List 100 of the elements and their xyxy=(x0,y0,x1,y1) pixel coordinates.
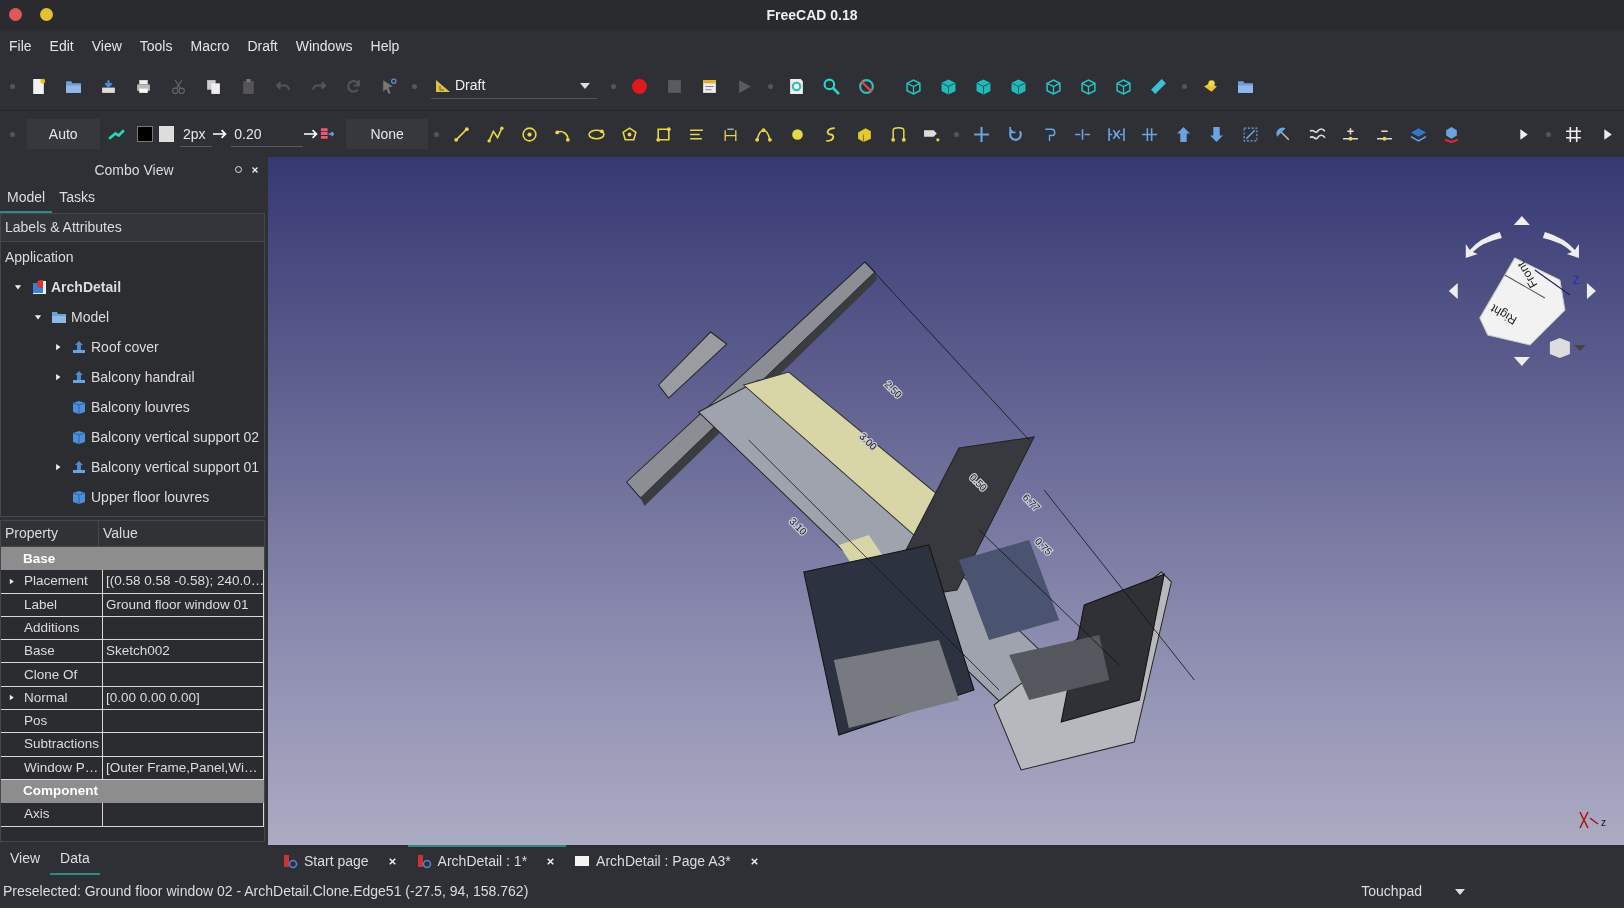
tree-item[interactable]: Application xyxy=(5,246,74,268)
toolbar-handle[interactable] xyxy=(1546,131,1551,137)
property-value[interactable]: Ground floor window 01 xyxy=(106,594,249,615)
color-swatch[interactable] xyxy=(158,126,174,142)
axis-cross-icon xyxy=(1579,811,1599,829)
property-name: Window P… xyxy=(24,758,99,777)
dimension-label: 0.75 xyxy=(1032,535,1055,558)
tree-item[interactable]: Balcony vertical support 02 xyxy=(91,426,260,448)
cube-icon xyxy=(940,77,957,95)
status-message: Preselected: Ground floor window 02 - ArchDetail.Clone.Edge51 (-27.5, 94, 158.762) xyxy=(3,882,529,901)
minimize-button[interactable] xyxy=(40,8,53,21)
construction-button[interactable]: None xyxy=(345,119,429,149)
property-value[interactable]: [0.00 0.00 0.00] xyxy=(106,687,200,709)
menu-item[interactable]: Edit xyxy=(40,35,83,57)
dimension-label: 3.10 xyxy=(787,515,809,538)
toolbar-handle[interactable] xyxy=(434,131,440,137)
fit-page-icon xyxy=(788,77,805,95)
toolbar-handle[interactable] xyxy=(1182,83,1187,89)
expand-arrow-icon[interactable] xyxy=(53,462,63,472)
menu-item[interactable]: Windows xyxy=(286,35,362,57)
property-value[interactable]: Sketch002 xyxy=(106,641,170,662)
tree-item[interactable]: Balcony louvres xyxy=(91,396,190,418)
menu-item[interactable]: File xyxy=(0,35,41,57)
close-icon[interactable] xyxy=(748,855,760,867)
tab[interactable]: Tasks xyxy=(52,183,102,213)
tree-item[interactable]: Upper floor louvres xyxy=(91,486,210,508)
rotate-right-arrow-icon[interactable] xyxy=(1542,232,1579,258)
font-size-field[interactable]: 0.20 xyxy=(231,121,304,147)
column-header: Labels & Attributes xyxy=(1,214,264,242)
cube-icon xyxy=(1080,77,1097,95)
model-drawing[interactable] xyxy=(626,261,1195,771)
part-icon xyxy=(71,339,87,355)
circle-icon xyxy=(520,125,538,143)
document-tab[interactable]: Start page xyxy=(274,845,408,875)
copy-icon xyxy=(205,77,222,95)
toolbar-handle[interactable] xyxy=(611,83,616,89)
menu-item[interactable]: View xyxy=(82,35,131,57)
expand-arrow-icon[interactable] xyxy=(53,372,63,382)
dimension-label: 3.00 xyxy=(857,430,879,453)
close-icon[interactable] xyxy=(386,855,398,867)
cube-icon xyxy=(905,77,922,95)
menu-item[interactable]: Help xyxy=(361,35,409,57)
left-arrow-icon[interactable] xyxy=(1448,283,1458,299)
close-icon[interactable] xyxy=(545,855,557,867)
cube-icon xyxy=(1010,77,1027,95)
menu-item[interactable]: Tools xyxy=(130,35,182,57)
toolbar-handle[interactable] xyxy=(954,131,960,137)
line-width-field[interactable]: 2px xyxy=(179,121,212,147)
cube-icon xyxy=(975,77,992,95)
document-tab[interactable]: ArchDetail : Page A3* xyxy=(566,845,770,875)
axis-label: z xyxy=(1600,817,1606,828)
tree-item[interactable]: Balcony vertical support 01 xyxy=(91,456,260,478)
shape-icon xyxy=(855,125,873,143)
close-icon[interactable] xyxy=(250,165,260,175)
expand-arrow-icon[interactable] xyxy=(33,312,43,322)
tab[interactable]: View xyxy=(0,843,51,875)
polyline-icon xyxy=(486,125,504,143)
close-button[interactable] xyxy=(9,8,22,21)
tree-item[interactable]: Roof cover xyxy=(91,336,159,358)
property-name: Additions xyxy=(24,618,80,637)
refresh-icon xyxy=(345,77,362,95)
cube-icon xyxy=(71,489,87,505)
menu-item[interactable]: Draft xyxy=(238,35,287,57)
color-swatch[interactable] xyxy=(137,126,153,142)
property-name: Normal xyxy=(24,688,68,707)
polygon-icon xyxy=(621,125,639,143)
view-menu-icon[interactable] xyxy=(1549,338,1586,358)
cube-icon xyxy=(1045,77,1062,95)
property-value[interactable]: [(0.58 0.58 -0.58); 240.0… xyxy=(106,571,263,592)
toolbar-handle[interactable] xyxy=(10,131,15,137)
expand-arrow-icon[interactable] xyxy=(53,342,63,352)
drafting-triangle-icon xyxy=(435,77,451,94)
navigation-cube[interactable] xyxy=(1479,257,1571,346)
rotate-left-arrow-icon[interactable] xyxy=(1465,232,1502,258)
play-icon xyxy=(736,77,753,95)
cube-icon xyxy=(71,429,87,445)
folder-icon xyxy=(51,309,67,325)
right-arrow-icon[interactable] xyxy=(1586,283,1596,299)
expand-arrow-icon[interactable] xyxy=(13,282,23,292)
clone-icon xyxy=(1443,125,1461,143)
toolbar-handle[interactable] xyxy=(412,83,417,89)
down-arrow-icon[interactable] xyxy=(1513,357,1530,366)
tree-item[interactable]: ArchDetail xyxy=(51,276,122,298)
part-icon xyxy=(71,459,87,475)
menu-item[interactable]: Macro xyxy=(181,35,239,57)
toolbar-handle[interactable] xyxy=(10,83,15,89)
dimension-label: 6.77 xyxy=(1020,491,1043,514)
tree-item[interactable]: Balcony handrail xyxy=(91,366,195,388)
page-icon xyxy=(574,853,591,869)
property-value[interactable]: [Outer Frame,Panel,Wi… xyxy=(106,757,258,778)
scissors-icon xyxy=(170,77,187,95)
mode-button[interactable]: Auto xyxy=(26,119,100,149)
workbench-dropdown[interactable]: Draft xyxy=(431,73,597,99)
toolbar-handle[interactable] xyxy=(768,83,773,89)
up-arrow-icon[interactable] xyxy=(1513,216,1530,225)
navigation-style-dropdown[interactable]: Touchpad xyxy=(1355,880,1474,903)
property-name: Axis xyxy=(24,805,50,824)
zoom-icon xyxy=(823,77,840,95)
pointer-icon xyxy=(380,77,397,95)
tree-item[interactable]: Model xyxy=(71,306,110,328)
